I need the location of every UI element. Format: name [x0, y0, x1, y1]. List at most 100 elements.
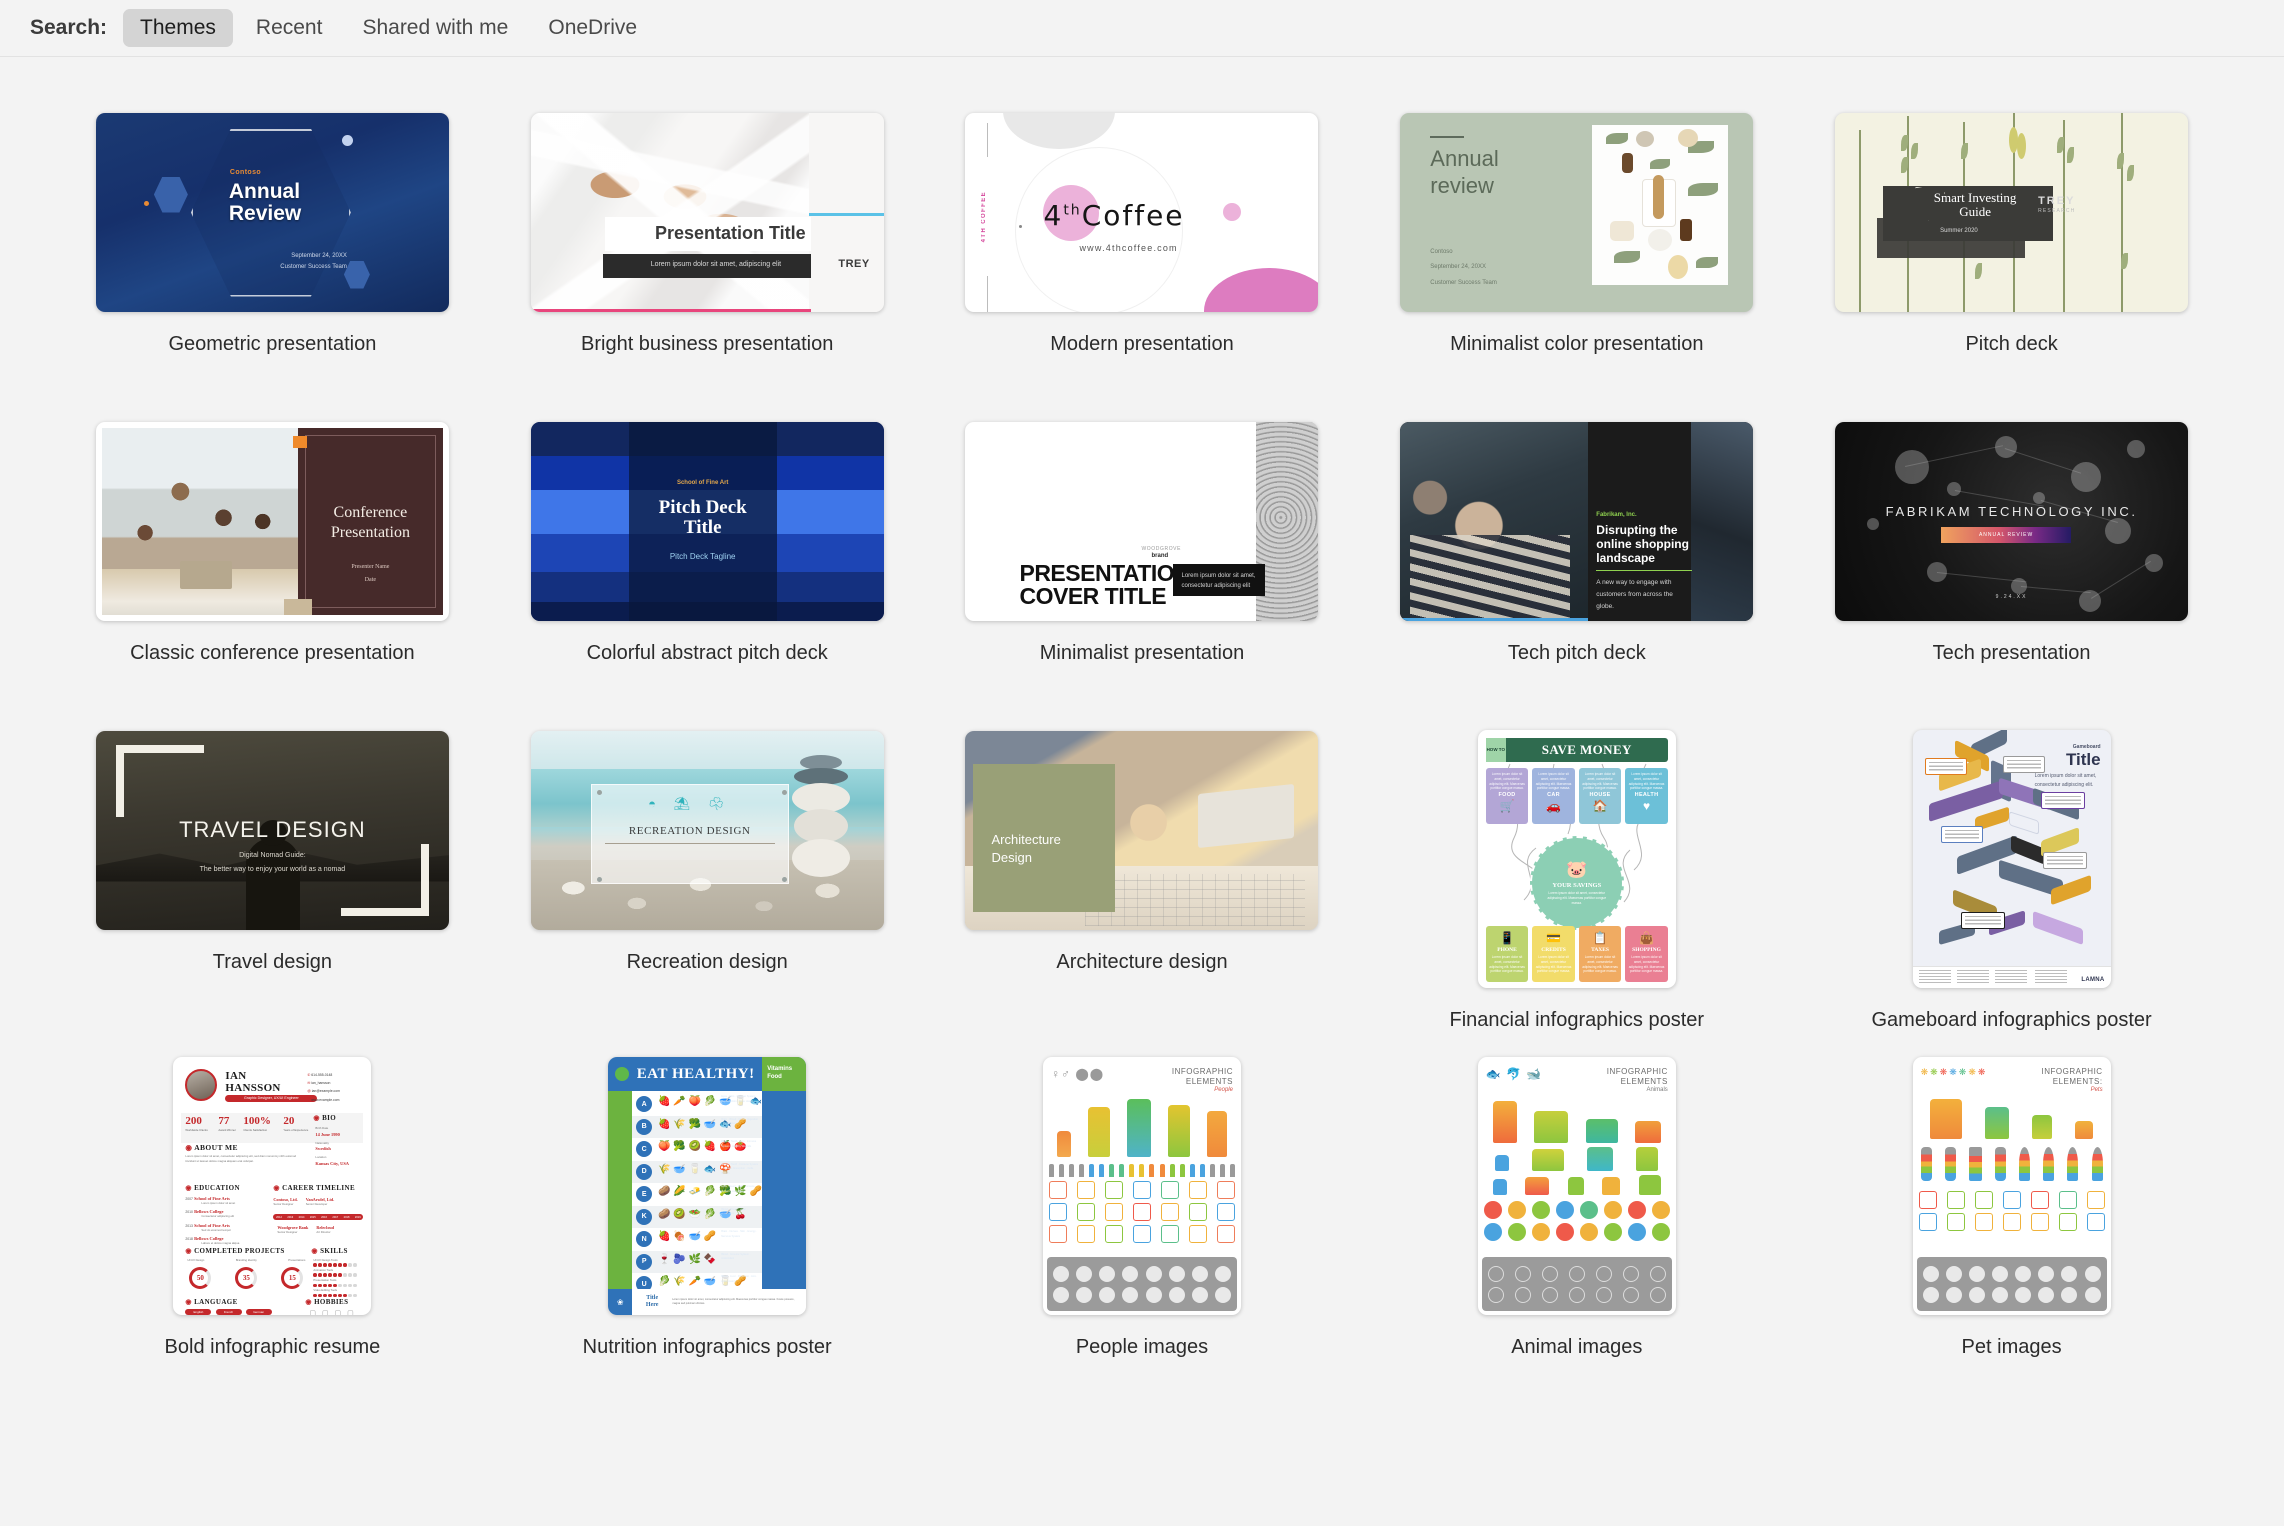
- template-card-tech-presentation[interactable]: FABRIKAM TECHNOLOGY INC. ANNUAL REVIEW 9…: [1794, 421, 2229, 668]
- template-card-modern-presentation[interactable]: 4TH COFFEE 4thCoffee www.4thcoffee.com M…: [925, 112, 1360, 359]
- filter-chip-shared-with-me[interactable]: Shared with me: [345, 9, 525, 47]
- slide-preview: School of Fine Art Pitch Deck Title Pitc…: [530, 421, 884, 621]
- slide-meta: Presenter Name Date: [351, 563, 390, 584]
- template-card-pet-images[interactable]: ❋❋❋❋❋❋❋ INFOGRAPHIC ELEMENTS: Pets Pet i…: [1794, 1057, 2229, 1362]
- vitamin-badge: E: [636, 1186, 653, 1202]
- poster-title: SAVE MONEY: [1541, 742, 1632, 757]
- stat-label: Years of Experience: [283, 1128, 309, 1132]
- slide-title: Disrupting the online shopping landscape: [1596, 522, 1689, 565]
- thumbnail-financial-infographics-poster[interactable]: HOW TO SAVE MONEY Lorem ipsum dolor sit …: [1398, 730, 1756, 988]
- language-pills: English French German: [185, 1309, 274, 1315]
- people-figures-row: [1049, 1095, 1235, 1157]
- education-list: 2007 School of Fine Arts Lorem ipsum dolo…: [185, 1196, 240, 1246]
- template-caption: Pitch deck: [1965, 333, 2058, 355]
- filter-chip-onedrive[interactable]: OneDrive: [531, 9, 654, 47]
- template-card-travel-design[interactable]: TRAVEL DESIGN Digital Nomad Guide: The b…: [55, 730, 490, 1035]
- template-card-tech-pitch-deck[interactable]: Fabrikam, Inc. Disrupting the online sho…: [1359, 421, 1794, 668]
- template-caption: Pet images: [1961, 1336, 2062, 1358]
- template-card-architecture-design[interactable]: Architecture Design Architecture design: [925, 730, 1360, 1035]
- slide-title: Annual Review: [228, 179, 302, 226]
- template-row: Contoso Annual Review September 24, 20XX…: [55, 112, 2229, 359]
- tag-taxes: 📋 TAXES Lorem ipsum dolor sit amet, cons…: [1578, 926, 1622, 982]
- vitamin-row: E 🥔 🌽 🧈 🥬 🥦 🌿 🥜 Eyes · Heart · Skin · Im…: [632, 1183, 763, 1206]
- thumbnail-tech-presentation[interactable]: FABRIKAM TECHNOLOGY INC. ANNUAL REVIEW 9…: [1833, 421, 2191, 621]
- figure-child: [1088, 1107, 1111, 1157]
- thumbnail-minimalist-presentation[interactable]: WOODGROVE brand PRESENTATION COVER TITLE…: [963, 421, 1321, 621]
- figure-lion: [1635, 1121, 1662, 1143]
- filter-chip-recent[interactable]: Recent: [239, 9, 340, 47]
- avatar: [185, 1069, 218, 1101]
- animal-face-icon-grid: [1483, 1201, 1670, 1241]
- slide-preview: TRAVEL DESIGN Digital Nomad Guide: The b…: [95, 730, 449, 930]
- thumbnail-travel-design[interactable]: TRAVEL DESIGN Digital Nomad Guide: The b…: [93, 730, 451, 930]
- figure-horse: [1587, 1147, 1614, 1171]
- template-card-classic-conference-presentation[interactable]: Conference Presentation Presenter Name D…: [55, 421, 490, 668]
- projects-labels: UI/UX Design Branding Identity Presentat…: [187, 1258, 306, 1262]
- thumbnail-classic-conference-presentation[interactable]: Conference Presentation Presenter Name D…: [93, 421, 451, 621]
- slide-title: Annual review: [1430, 145, 1499, 199]
- thumbnail-modern-presentation[interactable]: 4TH COFFEE 4thCoffee www.4thcoffee.com: [963, 112, 1321, 312]
- animal-silhouettes-row: [1484, 1097, 1670, 1143]
- thumbnail-bold-infographic-resume[interactable]: IAN HANSSON Graphic Designer, UX/UI Engi…: [93, 1057, 451, 1315]
- template-card-animal-images[interactable]: 🐟 🐬 🐋 INFOGRAPHIC ELEMENTS Animals Anima…: [1359, 1057, 1794, 1362]
- thumbnail-tech-pitch-deck[interactable]: Fabrikam, Inc. Disrupting the online sho…: [1398, 421, 1756, 621]
- template-card-gameboard-infographics-poster[interactable]: Gameboard Title Lorem ipsum dolor sit am…: [1794, 730, 2229, 1035]
- section-heading-education: ◉ EDUCATION: [185, 1184, 240, 1192]
- thumbnail-nutrition-infographics-poster[interactable]: EAT HEALTHY! Vitamins Food A 🍓 🥕 🍑 🥬 🥣 🥛…: [528, 1057, 886, 1315]
- food-icons: 🍷 🫐 🌿 🍫: [658, 1253, 717, 1265]
- figure-goat: [1492, 1179, 1507, 1195]
- slide-side-panel: Conference Presentation Presenter Name D…: [292, 427, 443, 615]
- tag-lorem: Lorem ipsum dolor sit amet, consectetur …: [1535, 772, 1572, 791]
- cart-icon: 🛒: [1499, 799, 1515, 814]
- template-card-nutrition-infographics-poster[interactable]: EAT HEALTHY! Vitamins Food A 🍓 🥕 🍑 🥬 🥣 🥛…: [490, 1057, 925, 1362]
- slide-preview: IAN HANSSON Graphic Designer, UX/UI Engi…: [173, 1057, 372, 1315]
- grey-icon-bar: [1916, 1257, 2107, 1311]
- template-card-geometric-presentation[interactable]: Contoso Annual Review September 24, 20XX…: [55, 112, 490, 359]
- search-filter-bar: Search: Themes Recent Shared with me One…: [0, 0, 2284, 57]
- template-card-recreation-design[interactable]: ◓ ⛱ ☘ RECREATION DESIGN Recreation desig…: [490, 730, 925, 1035]
- resume-contacts: ✆ 614-555-0148 ✉ ian_hansson @ ian@examp…: [307, 1073, 340, 1102]
- slide-preview: Gameboard Title Lorem ipsum dolor sit am…: [1912, 730, 2111, 988]
- thumbnail-recreation-design[interactable]: ◓ ⛱ ☘ RECREATION DESIGN: [528, 730, 886, 930]
- language-pill: French: [215, 1309, 242, 1315]
- benefits-text: Blood · Liver · Digestion · Anti-inflamm…: [721, 1275, 757, 1283]
- car-icon: 🚗: [1546, 799, 1561, 814]
- meeting-photo: [101, 427, 298, 615]
- thumbnail-gameboard-infographics-poster[interactable]: Gameboard Title Lorem ipsum dolor sit am…: [1833, 730, 2191, 988]
- figure-monkey: [1567, 1177, 1584, 1195]
- thumbnail-people-images[interactable]: ♀♂ ⬤⬤ INFOGRAPHIC ELEMENTS People: [963, 1057, 1321, 1315]
- template-card-minimalist-presentation[interactable]: WOODGROVE brand PRESENTATION COVER TITLE…: [925, 421, 1360, 668]
- template-card-people-images[interactable]: ♀♂ ⬤⬤ INFOGRAPHIC ELEMENTS People People…: [925, 1057, 1360, 1362]
- tag-car: Lorem ipsum dolor sit amet, consectetur …: [1532, 768, 1575, 824]
- template-card-pitch-deck[interactable]: Smart Investing Guide TREY RESEARCH Summ…: [1794, 112, 2229, 359]
- thumbnail-pet-images[interactable]: ❋❋❋❋❋❋❋ INFOGRAPHIC ELEMENTS: Pets: [1833, 1057, 2191, 1315]
- slide-preview: HOW TO SAVE MONEY Lorem ipsum dolor sit …: [1477, 730, 1676, 988]
- stat-value: 100%: [243, 1115, 271, 1127]
- slide-title: FABRIKAM TECHNOLOGY INC.: [1885, 503, 2138, 519]
- poster-heading: INFOGRAPHIC ELEMENTS: Pets: [2041, 1067, 2103, 1093]
- thumbnail-animal-images[interactable]: 🐟 🐬 🐋 INFOGRAPHIC ELEMENTS Animals: [1398, 1057, 1756, 1315]
- template-card-bold-infographic-resume[interactable]: IAN HANSSON Graphic Designer, UX/UI Engi…: [55, 1057, 490, 1362]
- filter-chip-themes[interactable]: Themes: [123, 9, 233, 47]
- template-card-minimalist-color-presentation[interactable]: Annual review Contoso September 24, 20XX…: [1359, 112, 1794, 359]
- figure-pig: [1525, 1177, 1550, 1195]
- accent-line-pink: [530, 308, 811, 312]
- section-heading-skills: ◉ SKILLS: [311, 1247, 348, 1255]
- thumbnail-minimalist-color-presentation[interactable]: Annual review Contoso September 24, 20XX…: [1398, 112, 1756, 312]
- figure-stag: [1638, 1175, 1661, 1195]
- thumbnail-colorful-abstract-pitch-deck[interactable]: School of Fine Art Pitch Deck Title Pitc…: [528, 421, 886, 621]
- slide-url: www.4thcoffee.com: [1079, 242, 1178, 253]
- template-card-bright-business-presentation[interactable]: Presentation Title Lorem ipsum dolor sit…: [490, 112, 925, 359]
- thumbnail-architecture-design[interactable]: Architecture Design: [963, 730, 1321, 930]
- template-row: TRAVEL DESIGN Digital Nomad Guide: The b…: [55, 730, 2229, 1035]
- heart-icon: ♥: [1642, 799, 1651, 814]
- thumbnail-pitch-deck[interactable]: Smart Investing Guide TREY RESEARCH Summ…: [1833, 112, 2191, 312]
- thumbnail-bright-business-presentation[interactable]: Presentation Title Lorem ipsum dolor sit…: [528, 112, 886, 312]
- slide-preview: Architecture Design: [965, 730, 1319, 930]
- thumbnail-geometric-presentation[interactable]: Contoso Annual Review September 24, 20XX…: [93, 112, 451, 312]
- template-card-colorful-abstract-pitch-deck[interactable]: School of Fine Art Pitch Deck Title Pitc…: [490, 421, 925, 668]
- slide-meta: Contoso September 24, 20XX Customer Succ…: [1430, 248, 1497, 286]
- section-heading-hobbies: ◉ HOBBIES: [305, 1298, 349, 1306]
- template-card-financial-infographics-poster[interactable]: HOW TO SAVE MONEY Lorem ipsum dolor sit …: [1359, 730, 1794, 1035]
- slide-meta: September 24, 20XX Customer Success Team: [280, 252, 347, 270]
